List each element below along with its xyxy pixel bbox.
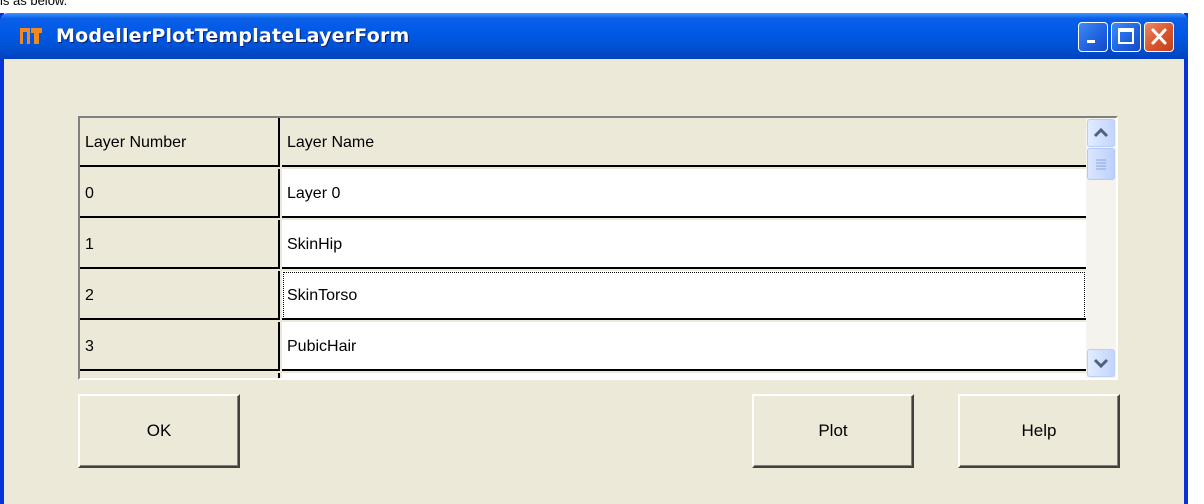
- title-bar[interactable]: ModellerPlotTemplateLayerForm: [0, 13, 1188, 59]
- maximize-button[interactable]: [1111, 22, 1141, 52]
- layer-number-cell[interactable]: 0: [80, 169, 280, 218]
- layer-number-cell[interactable]: 2: [80, 271, 280, 320]
- help-button[interactable]: Help: [958, 394, 1120, 468]
- layer-grid[interactable]: Layer Number Layer Name 0 Layer 0 1 Skin…: [78, 116, 1118, 380]
- window-title: ModellerPlotTemplateLayerForm: [56, 25, 410, 47]
- layer-number-cell-partial: [80, 373, 280, 378]
- table-row[interactable]: 2 SkinTorso: [80, 271, 1086, 322]
- scroll-up-button[interactable]: [1087, 119, 1115, 147]
- layer-number-cell[interactable]: 3: [80, 322, 280, 371]
- scroll-thumb[interactable]: [1087, 148, 1115, 180]
- caption-snippet: is as below.: [0, 0, 68, 8]
- layer-name-cell[interactable]: PubicHair: [282, 322, 1086, 371]
- table-row[interactable]: 0 Layer 0: [80, 169, 1086, 220]
- layer-name-cell[interactable]: Layer 0: [282, 169, 1086, 218]
- close-button[interactable]: [1144, 22, 1174, 52]
- column-header-layer-name[interactable]: Layer Name: [282, 118, 1086, 167]
- chevron-up-icon: [1093, 127, 1109, 138]
- plot-button[interactable]: Plot: [752, 394, 914, 468]
- layer-name-cell-focused[interactable]: SkinTorso: [282, 271, 1086, 320]
- app-icon: [20, 28, 42, 44]
- layer-name-cell[interactable]: SkinHip: [282, 220, 1086, 269]
- grid-header-row: Layer Number Layer Name: [80, 118, 1086, 169]
- layer-number-cell[interactable]: 1: [80, 220, 280, 269]
- layer-name-cell-partial: [282, 373, 1086, 378]
- maximize-icon: [1118, 28, 1134, 44]
- close-icon: [1151, 28, 1167, 45]
- scroll-down-button[interactable]: [1087, 349, 1115, 377]
- table-row[interactable]: 3 PubicHair: [80, 322, 1086, 373]
- vertical-scrollbar[interactable]: [1086, 118, 1116, 378]
- chevron-down-icon: [1093, 358, 1109, 369]
- table-row[interactable]: 1 SkinHip: [80, 220, 1086, 271]
- grip-icon: [1096, 159, 1106, 170]
- minimize-icon: [1087, 40, 1095, 43]
- minimize-button[interactable]: [1078, 22, 1108, 52]
- column-header-layer-number[interactable]: Layer Number: [80, 118, 280, 167]
- table-row-partial: [80, 373, 1086, 378]
- ok-button[interactable]: OK: [78, 394, 240, 468]
